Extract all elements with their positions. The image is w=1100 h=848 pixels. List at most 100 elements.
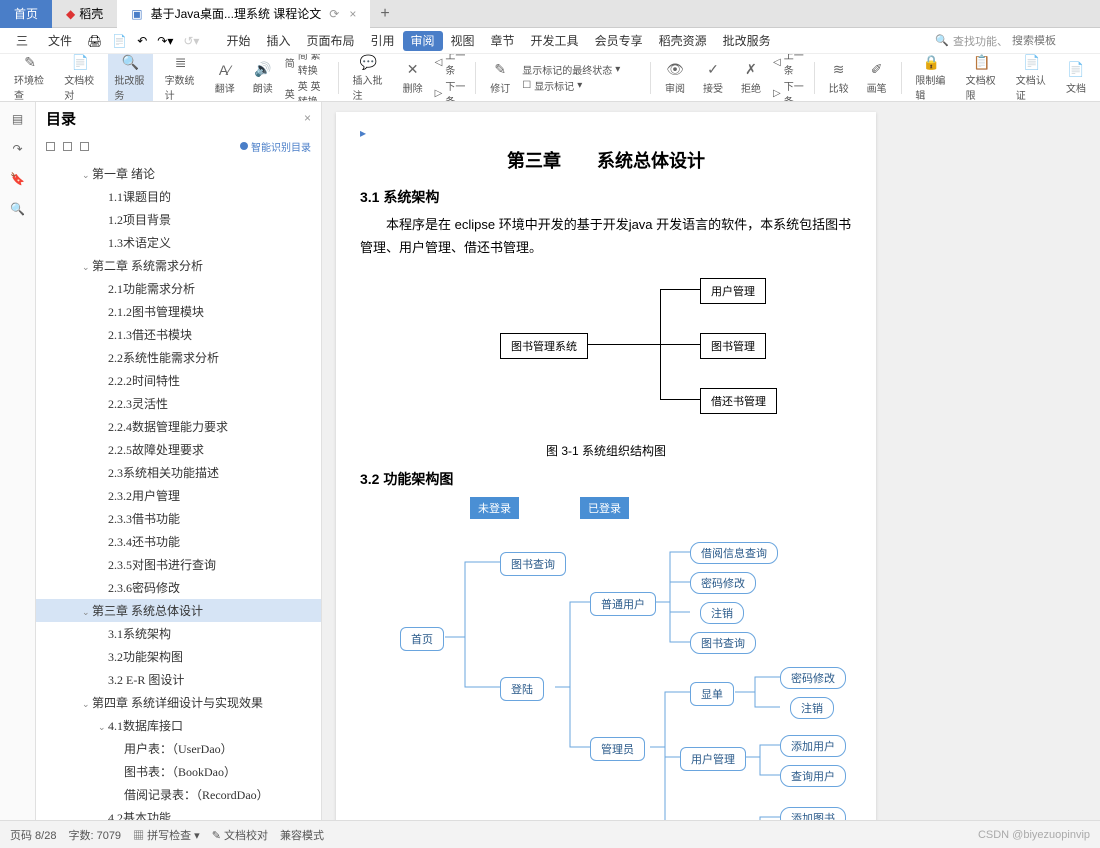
- tree-item[interactable]: 2.3.2用户管理: [36, 484, 321, 507]
- menu-3[interactable]: 引用: [362, 31, 402, 51]
- tool-envcheck[interactable]: ✎环境检查: [8, 54, 52, 102]
- tool-compare[interactable]: ≋比较: [823, 59, 855, 97]
- status-spell[interactable]: ▦ 拼写检查 ▾: [133, 827, 200, 843]
- tree-item[interactable]: 2.2.5故障处理要求: [36, 438, 321, 461]
- menu-7[interactable]: 开发工具: [523, 31, 587, 51]
- menu-hamburger-icon[interactable]: 三: [8, 29, 36, 52]
- tool-perm[interactable]: 📋文档权限: [960, 54, 1004, 102]
- tool-accept[interactable]: ✓接受: [697, 59, 729, 97]
- tree-item[interactable]: 1.3术语定义: [36, 231, 321, 254]
- status-page: 页码 8/28: [10, 827, 56, 843]
- tree-item[interactable]: 图书表：（BookDao）: [36, 760, 321, 783]
- tree-item[interactable]: 2.2.3灵活性: [36, 392, 321, 415]
- tree-item[interactable]: 4.2基本功能: [36, 806, 321, 820]
- status-compat[interactable]: 兼容模式: [280, 827, 324, 843]
- tree-item[interactable]: 2.3.4还书功能: [36, 530, 321, 553]
- tree-item[interactable]: 2.2.2时间特性: [36, 369, 321, 392]
- tree-item[interactable]: 2.1.2图书管理模块: [36, 300, 321, 323]
- tool-track[interactable]: ✎修订: [484, 59, 516, 97]
- menu-file[interactable]: 文件: [40, 29, 80, 52]
- outline-close-icon[interactable]: ×: [304, 111, 311, 125]
- rail-bookmark-icon[interactable]: 🔖: [9, 170, 27, 188]
- tool-display[interactable]: 显示标记的最终状态▾☐显示标记▾: [522, 62, 642, 93]
- menu-icon-3[interactable]: ↶: [134, 34, 150, 48]
- tool-cert[interactable]: 📄文档认证: [1010, 54, 1054, 102]
- tree-item[interactable]: 3.2功能架构图: [36, 645, 321, 668]
- tab-home[interactable]: 首页: [0, 0, 52, 28]
- outline-btn1[interactable]: [46, 142, 55, 151]
- menu-2[interactable]: 页面布局: [298, 31, 362, 51]
- org-n1: 用户管理: [700, 278, 766, 304]
- menu-icon-2[interactable]: 📄: [109, 34, 130, 48]
- tree-item[interactable]: ⌄4.1数据库接口: [36, 714, 321, 737]
- tab-bar: 首页 ◆稻壳 ▣基于Java桌面...理系统 课程论文⟳× +: [0, 0, 1100, 28]
- tool-wordcount[interactable]: ≣字数统计: [159, 54, 203, 102]
- document-area[interactable]: ▸ 第三章 系统总体设计 3.1 系统架构 本程序是在 eclipse 环境中开…: [322, 102, 1100, 820]
- rail-search-icon[interactable]: 🔍: [9, 200, 27, 218]
- tree-item[interactable]: 2.1功能需求分析: [36, 277, 321, 300]
- tree-item[interactable]: 2.2系统性能需求分析: [36, 346, 321, 369]
- menu-icon-4[interactable]: ↷▾: [154, 34, 176, 48]
- tree-item[interactable]: 1.1课题目的: [36, 185, 321, 208]
- tool-correct[interactable]: 🔍批改服务: [108, 54, 152, 102]
- rail-outline-icon[interactable]: ▤: [9, 110, 27, 128]
- menu-1[interactable]: 插入: [258, 31, 298, 51]
- menu-8[interactable]: 会员专享: [587, 31, 651, 51]
- org-n3: 借还书管理: [700, 388, 777, 414]
- tab-second[interactable]: ◆稻壳: [52, 0, 117, 28]
- tree-item[interactable]: 1.2项目背景: [36, 208, 321, 231]
- outline-smart[interactable]: 智能识别目录: [240, 139, 311, 154]
- tool-review[interactable]: 👁审阅: [659, 59, 691, 97]
- menu-9[interactable]: 稻壳资源: [651, 31, 715, 51]
- tree-item[interactable]: 2.1.3借还书模块: [36, 323, 321, 346]
- tree-item[interactable]: ⌄第三章 系统总体设计: [36, 599, 321, 622]
- tool-reject[interactable]: ✗拒绝: [735, 59, 767, 97]
- status-proof[interactable]: ✎ 文档校对: [212, 827, 268, 843]
- menu-5[interactable]: 视图: [443, 31, 483, 51]
- flow-m-logout: 注销: [790, 697, 834, 719]
- tree-item[interactable]: 3.1系统架构: [36, 622, 321, 645]
- tree-item[interactable]: ⌄第二章 系统需求分析: [36, 254, 321, 277]
- tool-translate[interactable]: A⁄翻译: [209, 59, 241, 97]
- menu-10[interactable]: 批改服务: [715, 31, 779, 51]
- tree-item[interactable]: 2.3.6密码修改: [36, 576, 321, 599]
- rail-pin-icon[interactable]: ↷: [9, 140, 27, 158]
- tab-close-icon[interactable]: ×: [349, 7, 356, 21]
- menu-0[interactable]: 开始: [218, 31, 258, 51]
- org-root: 图书管理系统: [500, 333, 588, 359]
- search-box[interactable]: 🔍 查找功能、: [935, 33, 1092, 49]
- tool-restrict[interactable]: 🔒限制编辑: [909, 54, 953, 102]
- tree-item[interactable]: ⌄第一章 绪论: [36, 162, 321, 185]
- menu-icon-5[interactable]: ↺▾: [180, 34, 202, 48]
- outline-tree: ⌄第一章 绪论1.1课题目的1.2项目背景1.3术语定义⌄第二章 系统需求分析2…: [36, 158, 321, 820]
- menu-4[interactable]: 审阅: [403, 31, 443, 51]
- tree-item[interactable]: 借阅记录表：（RecordDao）: [36, 783, 321, 806]
- tree-item[interactable]: 2.2.4数据管理能力要求: [36, 415, 321, 438]
- tool-read[interactable]: 🔊朗读: [247, 59, 279, 97]
- tool-nav1[interactable]: ◁上一条▷下一条: [435, 54, 468, 102]
- tree-item[interactable]: ⌄第四章 系统详细设计与实现效果: [36, 691, 321, 714]
- outline-btn3[interactable]: [80, 142, 89, 151]
- tree-item[interactable]: 2.3系统相关功能描述: [36, 461, 321, 484]
- search-input[interactable]: [1012, 35, 1092, 47]
- org-chart: 图书管理系统 用户管理 图书管理 借还书管理: [500, 278, 852, 438]
- tool-doc[interactable]: 📄文档: [1060, 59, 1092, 97]
- menu-icon-1[interactable]: 🖨: [84, 34, 105, 48]
- tree-item[interactable]: 用户表：（UserDao）: [36, 737, 321, 760]
- tool-nav2[interactable]: ◁上一条▷下一条: [773, 54, 806, 102]
- tree-item[interactable]: 2.3.5对图书进行查询: [36, 553, 321, 576]
- tool-delete[interactable]: ✕删除: [397, 59, 429, 97]
- outline-btn2[interactable]: [63, 142, 72, 151]
- tool-convert[interactable]: 简简 繁转换英英 英转换: [285, 54, 330, 102]
- tool-comment[interactable]: 💬插入批注: [346, 54, 390, 102]
- tool-proof[interactable]: 📄文档校对: [58, 54, 102, 102]
- tool-pen[interactable]: ✐画笔: [861, 59, 893, 97]
- new-tab-button[interactable]: +: [370, 5, 399, 23]
- menu-6[interactable]: 章节: [483, 31, 523, 51]
- outline-toolbar: 智能识别目录: [36, 134, 321, 158]
- flow-badge-1: 未登录: [470, 497, 519, 519]
- tree-item[interactable]: 3.2 E-R 图设计: [36, 668, 321, 691]
- tree-item[interactable]: 2.3.3借书功能: [36, 507, 321, 530]
- tab-active[interactable]: ▣基于Java桌面...理系统 课程论文⟳×: [117, 0, 370, 28]
- tab-active-label2: 基于Java桌面...理系统 课程论文: [151, 5, 322, 22]
